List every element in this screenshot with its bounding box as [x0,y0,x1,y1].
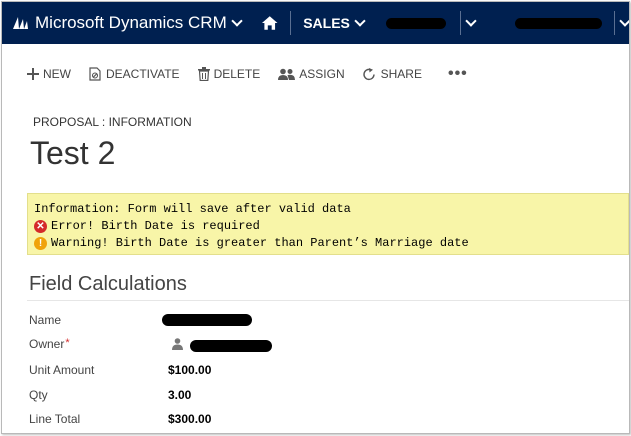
owner-label-text: Owner [29,337,65,351]
app-switcher[interactable]: Microsoft Dynamics CRM [12,13,243,33]
dynamics-logo-icon [13,17,28,29]
plus-icon [27,68,39,80]
app-title: Microsoft Dynamics CRM [35,13,227,32]
name-label: Name [29,313,62,327]
section-divider [27,300,629,301]
qty-label: Qty [29,388,48,402]
line-total-field[interactable]: $300.00 [168,412,211,426]
new-label: NEW [43,67,71,81]
chevron-down-icon[interactable] [619,15,629,27]
qty-field[interactable]: 3.00 [168,388,191,402]
deactivate-button[interactable]: DEACTIVATE [89,67,180,81]
command-bar: NEW DEACTIVATE DELETE ASSIGN SHARE ••• [2,60,468,88]
new-button[interactable]: NEW [27,67,71,81]
more-commands-button[interactable]: ••• [448,65,468,83]
people-icon [278,68,296,80]
chevron-down-icon [231,15,243,27]
share-label: SHARE [380,67,422,81]
delete-label: DELETE [213,67,261,81]
share-icon [362,67,375,80]
unit-amount-label: Unit Amount [29,363,95,377]
redacted-area-nav [514,17,603,29]
page-title: Test 2 [30,135,116,171]
delete-button[interactable]: DELETE [197,67,261,81]
trash-icon [197,67,210,81]
assign-button[interactable]: ASSIGN [278,67,345,81]
owner-field[interactable] [190,340,272,352]
assign-label: ASSIGN [299,67,345,81]
deactivate-icon [89,67,101,81]
share-button[interactable]: SHARE [362,67,422,81]
nav-divider [460,11,462,35]
breadcrumb: PROPOSAL : INFORMATION [33,115,192,129]
info-notification: Information: Form will save after valid … [34,202,351,216]
unit-amount-field[interactable]: $100.00 [168,363,211,377]
warning-icon: ! [34,236,47,250]
nav-divider [614,11,616,35]
module-menu[interactable]: SALES [303,15,366,31]
crm-window: Microsoft Dynamics CRM SALES NEW DEACTIV… [1,1,630,434]
error-notification: ✕ Error! Birth Date is required [34,219,260,233]
info-text: Information: Form will save after valid … [34,202,351,216]
notification-panel: Information: Form will save after valid … [27,193,629,255]
error-text: Error! Birth Date is required [51,219,260,233]
chevron-down-icon [354,15,366,27]
home-icon[interactable] [261,15,278,31]
owner-label: Owner* [29,337,70,351]
deactivate-label: DEACTIVATE [106,67,180,81]
line-total-label: Line Total [29,412,81,426]
redacted-area-nav [385,17,447,29]
section-title: Field Calculations [29,273,187,295]
chevron-down-icon[interactable] [465,15,477,27]
error-icon: ✕ [34,219,47,233]
module-label: SALES [303,15,350,31]
required-indicator: * [65,337,70,349]
top-navbar: Microsoft Dynamics CRM SALES [2,2,629,44]
warning-text: Warning! Birth Date is greater than Pare… [51,236,469,250]
user-icon [172,338,183,350]
warning-notification: ! Warning! Birth Date is greater than Pa… [34,236,469,250]
nav-divider [290,11,292,35]
name-field[interactable] [162,314,252,326]
